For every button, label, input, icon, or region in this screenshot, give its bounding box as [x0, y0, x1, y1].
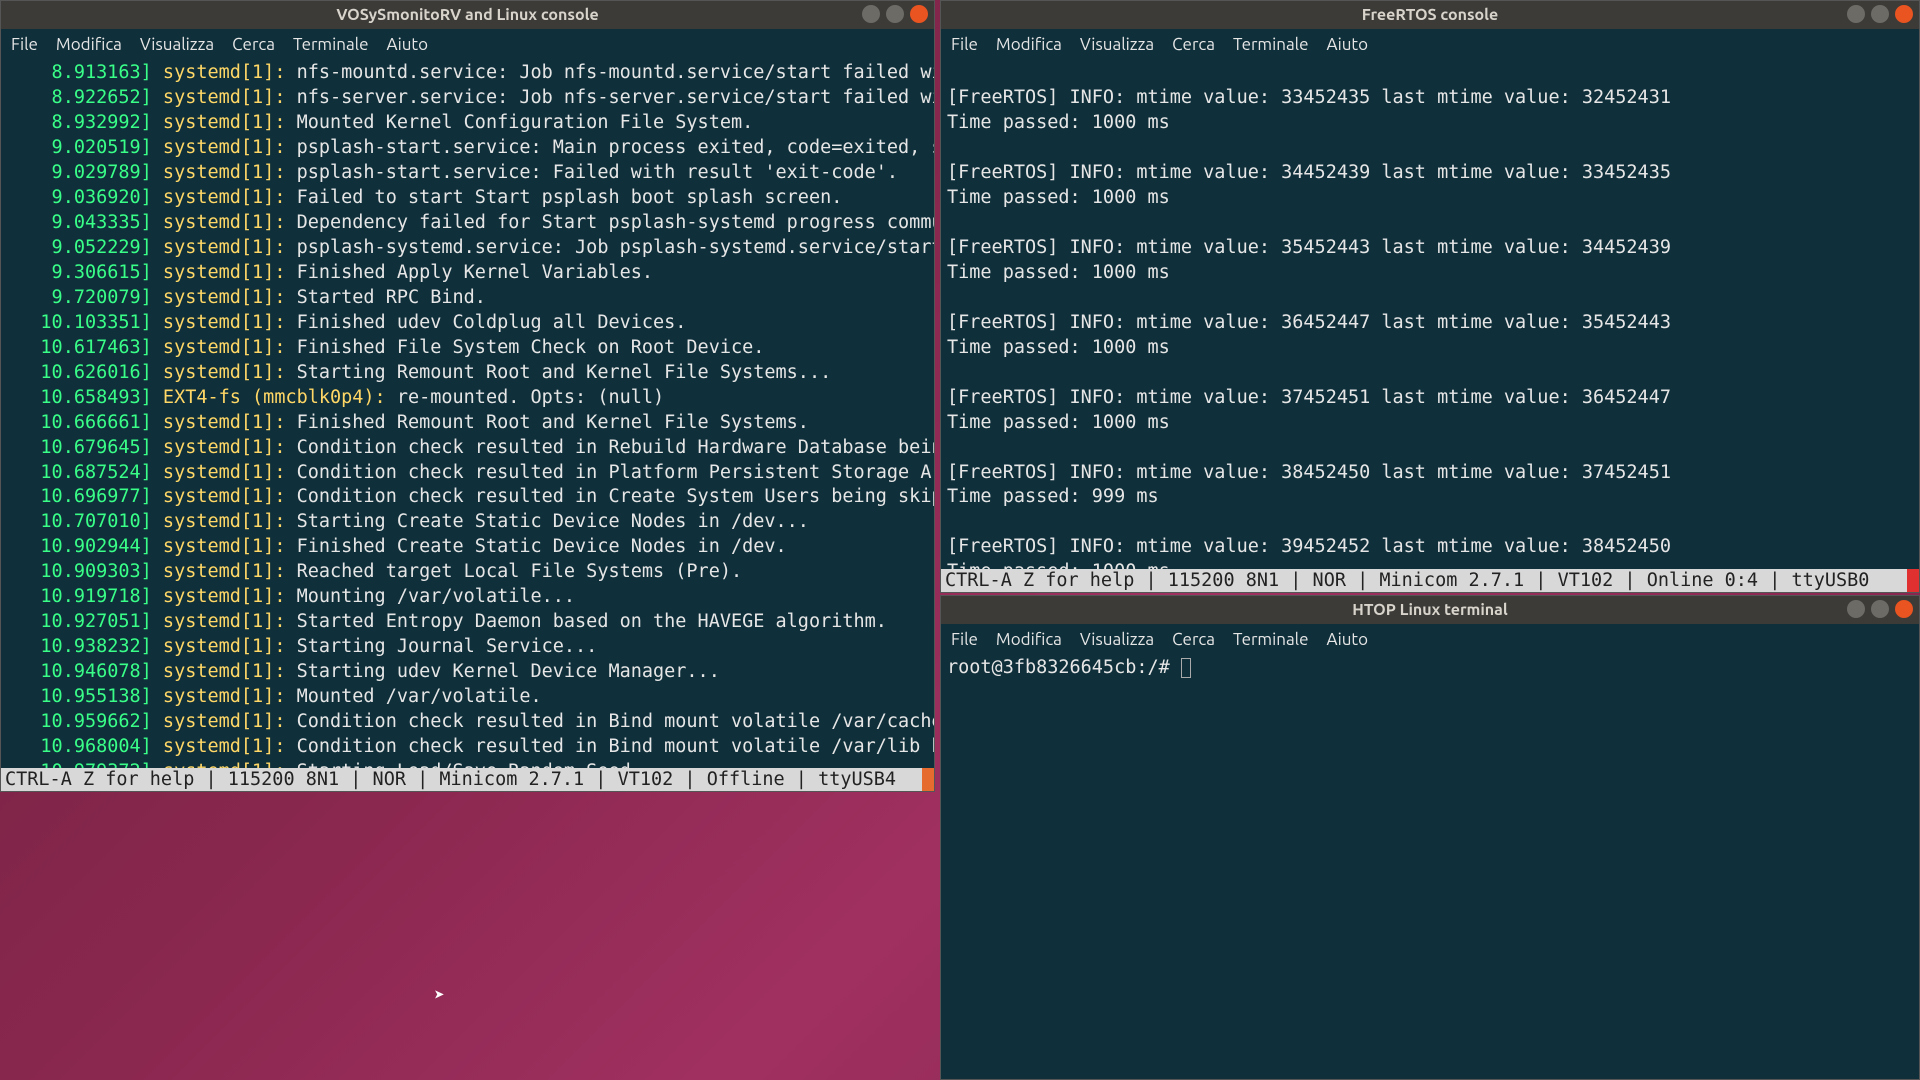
rtos-line: [FreeRTOS] INFO: mtime value: 36452447 l…: [947, 311, 1913, 336]
menubar-left: File Modifica Visualizza Cerca Terminale Aiut…: [1, 29, 934, 59]
freertos-console-window: FreeRTOS console File Modifica Visualizza C…: [940, 0, 1920, 593]
menu-aiuto[interactable]: Aiuto: [387, 35, 428, 54]
log-line: 10.902944] systemd[1]: Finished Create S…: [7, 535, 928, 560]
menu-cerca[interactable]: Cerca: [1172, 630, 1215, 649]
menu-modifica[interactable]: Modifica: [56, 35, 122, 54]
menu-visualizza[interactable]: Visualizza: [1080, 35, 1154, 54]
text-cursor: [1181, 658, 1191, 678]
log-line: 9.306615] systemd[1]: Finished Apply Ker…: [7, 261, 928, 286]
menu-terminale[interactable]: Terminale: [1233, 630, 1309, 649]
statusbar-rt: CTRL-A Z for help | 115200 8N1 | NOR | M…: [941, 569, 1919, 592]
menu-visualizza[interactable]: Visualizza: [1080, 630, 1154, 649]
terminal-body-rt[interactable]: [FreeRTOS] INFO: mtime value: 33452435 l…: [941, 59, 1919, 569]
menu-file[interactable]: File: [951, 35, 978, 54]
log-line: 10.909303] systemd[1]: Reached target Lo…: [7, 560, 928, 585]
mouse-pointer-icon: ➤: [434, 985, 445, 1006]
rtos-line: [FreeRTOS] INFO: mtime value: 37452451 l…: [947, 386, 1913, 411]
terminal-body-rb[interactable]: root@3fb8326645cb:/#: [941, 654, 1919, 1079]
rtos-line: Time passed: 1000 ms: [947, 261, 1913, 286]
htop-terminal-window: HTOP Linux terminal File Modifica Visualiz…: [940, 595, 1920, 1080]
menu-cerca[interactable]: Cerca: [1172, 35, 1215, 54]
window-title: HTOP Linux terminal: [1352, 601, 1507, 619]
log-line: 10.626016] systemd[1]: Starting Remount …: [7, 361, 928, 386]
log-line: 10.946078] systemd[1]: Starting udev Ker…: [7, 660, 928, 685]
maximize-icon[interactable]: [1871, 600, 1889, 618]
log-line: 10.696977] systemd[1]: Condition check r…: [7, 485, 928, 510]
statusbar-left: CTRL-A Z for help | 115200 8N1 | NOR | M…: [1, 768, 934, 791]
log-line: 9.036920] systemd[1]: Failed to start St…: [7, 186, 928, 211]
titlebar-rt[interactable]: FreeRTOS console: [941, 1, 1919, 29]
log-line: 10.687524] systemd[1]: Condition check r…: [7, 461, 928, 486]
rtos-line: [FreeRTOS] INFO: mtime value: 38452450 l…: [947, 461, 1913, 486]
log-line: 9.052229] systemd[1]: psplash-systemd.se…: [7, 236, 928, 261]
terminal-body-left[interactable]: 8.913163] systemd[1]: nfs-mountd.service…: [1, 59, 934, 768]
log-line: 10.955138] systemd[1]: Mounted /var/vola…: [7, 685, 928, 710]
log-line: 10.679645] systemd[1]: Condition check r…: [7, 436, 928, 461]
minimize-icon[interactable]: [1847, 600, 1865, 618]
log-line: 10.927051] systemd[1]: Started Entropy D…: [7, 610, 928, 635]
close-icon[interactable]: [1895, 5, 1913, 23]
window-title: VOSySmonitoRV and Linux console: [336, 6, 598, 24]
log-line: 9.720079] systemd[1]: Started RPC Bind.: [7, 286, 928, 311]
menubar-rb: File Modifica Visualizza Cerca Terminale Aiut…: [941, 624, 1919, 654]
log-line: 8.913163] systemd[1]: nfs-mountd.service…: [7, 61, 928, 86]
rtos-line: [FreeRTOS] INFO: mtime value: 35452443 l…: [947, 236, 1913, 261]
menu-modifica[interactable]: Modifica: [996, 630, 1062, 649]
titlebar-left[interactable]: VOSySmonitoRV and Linux console: [1, 1, 934, 29]
log-line: 10.707010] systemd[1]: Starting Create S…: [7, 510, 928, 535]
menu-cerca[interactable]: Cerca: [232, 35, 275, 54]
maximize-icon[interactable]: [886, 5, 904, 23]
rtos-line: Time passed: 1000 ms: [947, 560, 1913, 569]
rtos-line: Time passed: 1000 ms: [947, 186, 1913, 211]
log-line: 10.968004] systemd[1]: Condition check r…: [7, 735, 928, 760]
menu-terminale[interactable]: Terminale: [1233, 35, 1309, 54]
maximize-icon[interactable]: [1871, 5, 1889, 23]
log-line: 10.938232] systemd[1]: Starting Journal …: [7, 635, 928, 660]
menu-modifica[interactable]: Modifica: [996, 35, 1062, 54]
window-controls: [1847, 600, 1913, 618]
menu-file[interactable]: File: [951, 630, 978, 649]
linux-console-window: VOSySmonitoRV and Linux console File Modi…: [0, 0, 935, 792]
shell-prompt: root@3fb8326645cb:/#: [947, 657, 1181, 678]
log-line: 10.658493] EXT4-fs (mmcblk0p4): re-mount…: [7, 386, 928, 411]
rtos-line: [FreeRTOS] INFO: mtime value: 34452439 l…: [947, 161, 1913, 186]
window-controls: [862, 5, 928, 23]
menu-terminale[interactable]: Terminale: [293, 35, 369, 54]
menu-aiuto[interactable]: Aiuto: [1327, 35, 1368, 54]
log-line: 8.922652] systemd[1]: nfs-server.service…: [7, 86, 928, 111]
window-title: FreeRTOS console: [1362, 6, 1498, 24]
log-line: 9.043335] systemd[1]: Dependency failed …: [7, 211, 928, 236]
log-line: 10.979372] systemd[1]: Starting Load/Sav…: [7, 760, 928, 768]
log-line: 9.020519] systemd[1]: psplash-start.serv…: [7, 136, 928, 161]
rtos-line: [FreeRTOS] INFO: mtime value: 33452435 l…: [947, 86, 1913, 111]
log-line: 10.103351] systemd[1]: Finished udev Col…: [7, 311, 928, 336]
log-line: 8.932992] systemd[1]: Mounted Kernel Con…: [7, 111, 928, 136]
rtos-line: Time passed: 1000 ms: [947, 411, 1913, 436]
minimize-icon[interactable]: [1847, 5, 1865, 23]
titlebar-rb[interactable]: HTOP Linux terminal: [941, 596, 1919, 624]
close-icon[interactable]: [910, 5, 928, 23]
menu-aiuto[interactable]: Aiuto: [1327, 630, 1368, 649]
log-line: 10.919718] systemd[1]: Mounting /var/vol…: [7, 585, 928, 610]
log-line: 9.029789] systemd[1]: psplash-start.serv…: [7, 161, 928, 186]
rtos-line: [FreeRTOS] INFO: mtime value: 39452452 l…: [947, 535, 1913, 560]
window-controls: [1847, 5, 1913, 23]
log-line: 10.617463] systemd[1]: Finished File Sys…: [7, 336, 928, 361]
menubar-rt: File Modifica Visualizza Cerca Terminale Aiut…: [941, 29, 1919, 59]
log-line: 10.959662] systemd[1]: Condition check r…: [7, 710, 928, 735]
log-line: 10.666661] systemd[1]: Finished Remount …: [7, 411, 928, 436]
minimize-icon[interactable]: [862, 5, 880, 23]
rtos-line: Time passed: 999 ms: [947, 485, 1913, 510]
rtos-line: Time passed: 1000 ms: [947, 336, 1913, 361]
menu-file[interactable]: File: [11, 35, 38, 54]
rtos-line: Time passed: 1000 ms: [947, 111, 1913, 136]
close-icon[interactable]: [1895, 600, 1913, 618]
menu-visualizza[interactable]: Visualizza: [140, 35, 214, 54]
